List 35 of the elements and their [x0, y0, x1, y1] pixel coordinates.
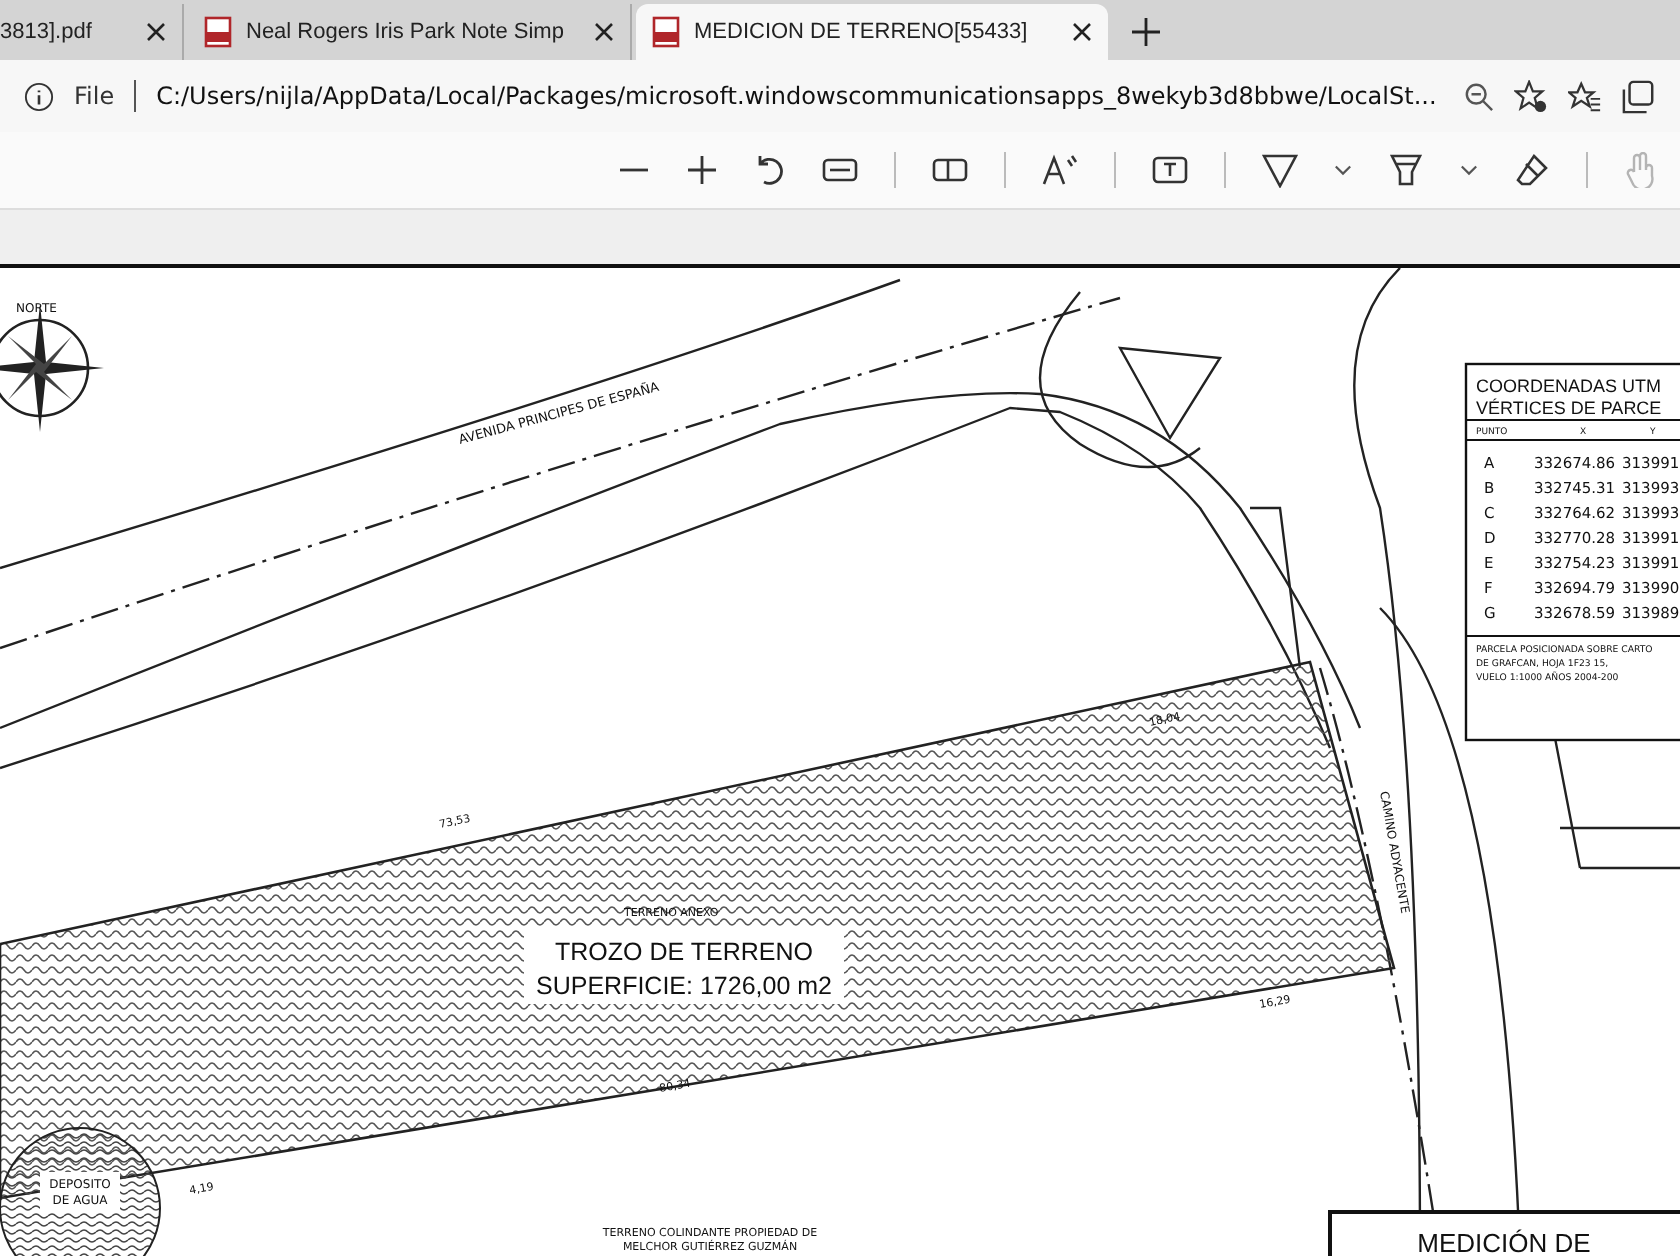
highlight-icon[interactable] — [1388, 152, 1424, 188]
eraser-icon[interactable] — [1514, 152, 1550, 188]
title-block-heading: MEDICIÓN DE — [1417, 1228, 1591, 1256]
address-field[interactable]: C:/Users/nijla/AppData/Local/Packages/microsoft.windowscommunicationsapps_8wekyb3d8bbwe/LocalSt... — [156, 82, 1444, 110]
scheme-label: File — [74, 82, 115, 110]
caret-icon[interactable] — [1460, 164, 1478, 176]
table-title: COORDENADAS UTM — [1476, 376, 1662, 396]
star-add-icon[interactable] — [1514, 79, 1548, 113]
close-icon[interactable] — [1072, 22, 1092, 42]
tab-title: MEDICION DE TERRENO[55433] — [694, 20, 1030, 44]
close-icon[interactable] — [594, 22, 614, 42]
favorites-icon[interactable] — [1568, 79, 1602, 113]
rotate-icon[interactable] — [754, 154, 786, 186]
read-aloud-icon[interactable] — [1042, 154, 1078, 186]
tab-title: 3813].pdf — [0, 20, 94, 44]
plot-area: SUPERFICIE: 1726,00 m2 — [536, 972, 832, 1000]
caret-icon[interactable] — [1334, 164, 1352, 176]
page-view-icon[interactable] — [932, 156, 968, 184]
pdf-file-icon — [204, 16, 232, 48]
pdf-file-icon — [652, 16, 680, 48]
draw-icon[interactable] — [1262, 152, 1298, 188]
tank-label-background — [40, 1172, 120, 1212]
zoom-in-icon[interactable] — [686, 154, 718, 186]
zoom-icon[interactable] — [1464, 81, 1494, 111]
info-icon[interactable] — [24, 81, 54, 111]
collections-icon[interactable] — [1622, 79, 1656, 113]
new-tab-icon[interactable] — [1132, 18, 1160, 46]
fit-page-icon[interactable] — [822, 156, 858, 184]
table-title: VÉRTICES DE PARCE — [1476, 398, 1662, 418]
add-text-icon[interactable] — [1152, 154, 1188, 186]
close-icon[interactable] — [146, 22, 166, 42]
browser-tab[interactable]: MEDICION DE TERRENO[55433] — [636, 4, 1108, 60]
compass-rose-icon — [0, 304, 104, 432]
tab-title: Neal Rogers Iris Park Note Simp — [246, 20, 566, 44]
plot-title: TROZO DE TERRENO — [555, 938, 813, 966]
